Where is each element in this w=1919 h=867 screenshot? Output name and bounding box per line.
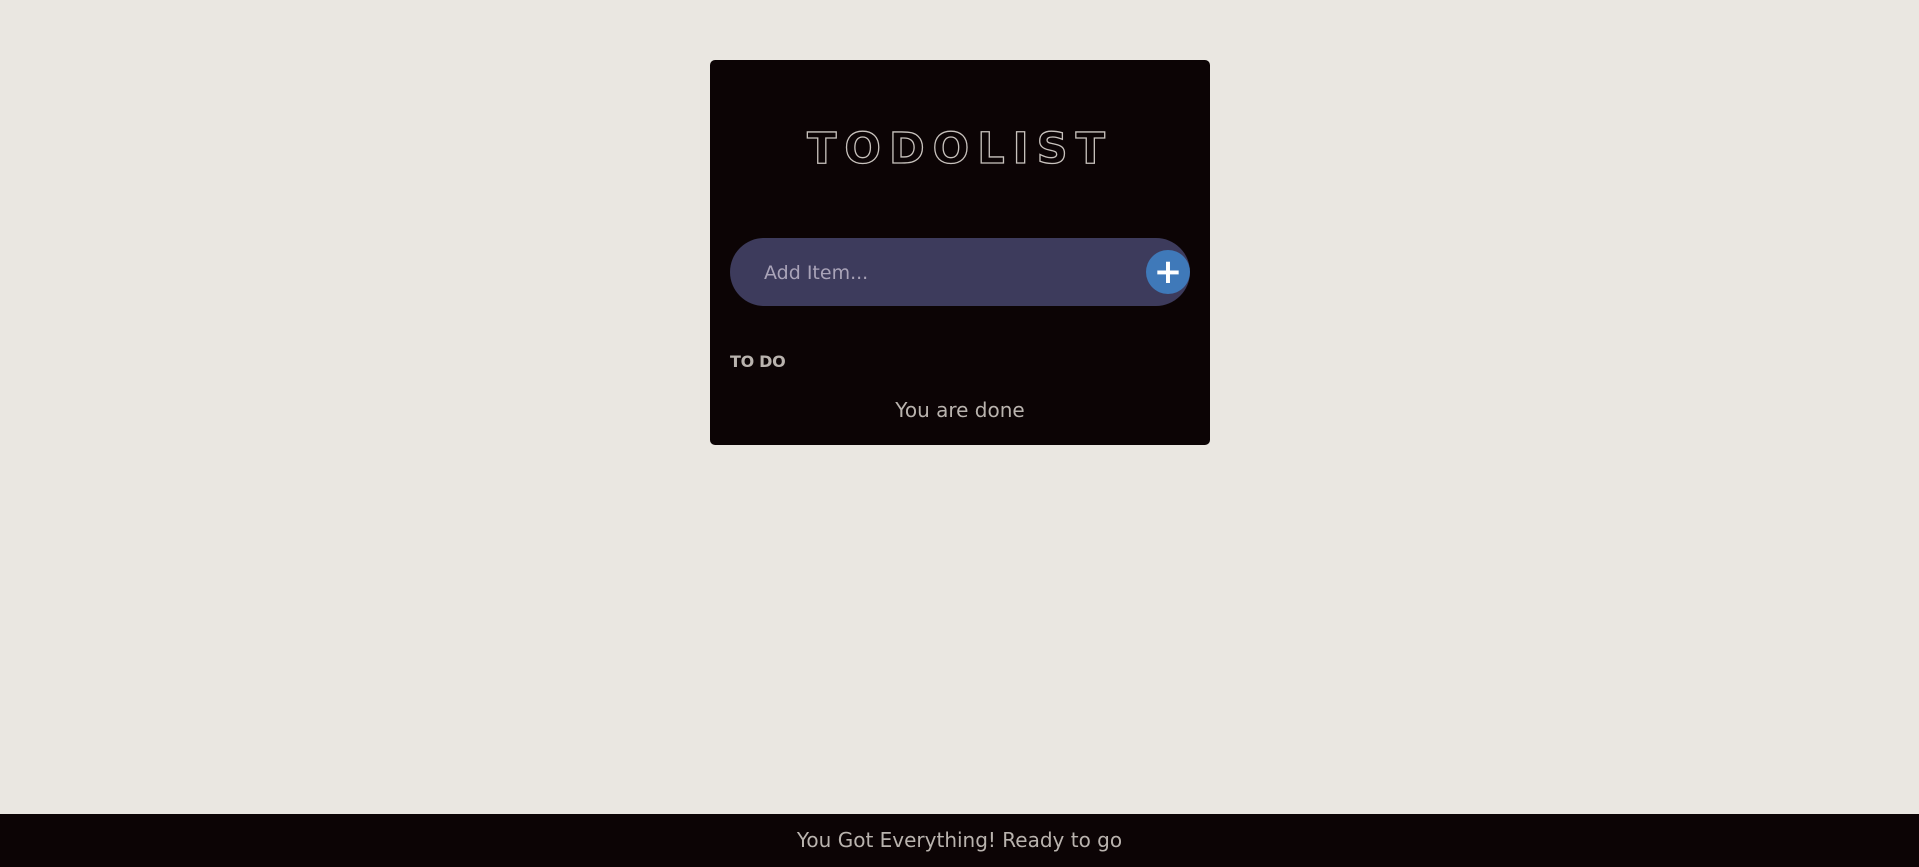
- footer-status: You Got Everything! Ready to go: [0, 814, 1919, 867]
- section-label-todo: TO DO: [730, 352, 786, 371]
- app-title: TODOLIST: [806, 124, 1113, 174]
- add-item-bar: +: [730, 238, 1190, 308]
- empty-list-message: You are done: [895, 398, 1025, 422]
- plus-icon: +: [1153, 252, 1183, 292]
- page: TODOLIST + TO DO You are done You Got Ev…: [0, 0, 1919, 867]
- add-item-button[interactable]: +: [1146, 250, 1190, 294]
- todo-card: TODOLIST + TO DO You are done: [710, 60, 1210, 445]
- add-item-input[interactable]: [762, 238, 1126, 308]
